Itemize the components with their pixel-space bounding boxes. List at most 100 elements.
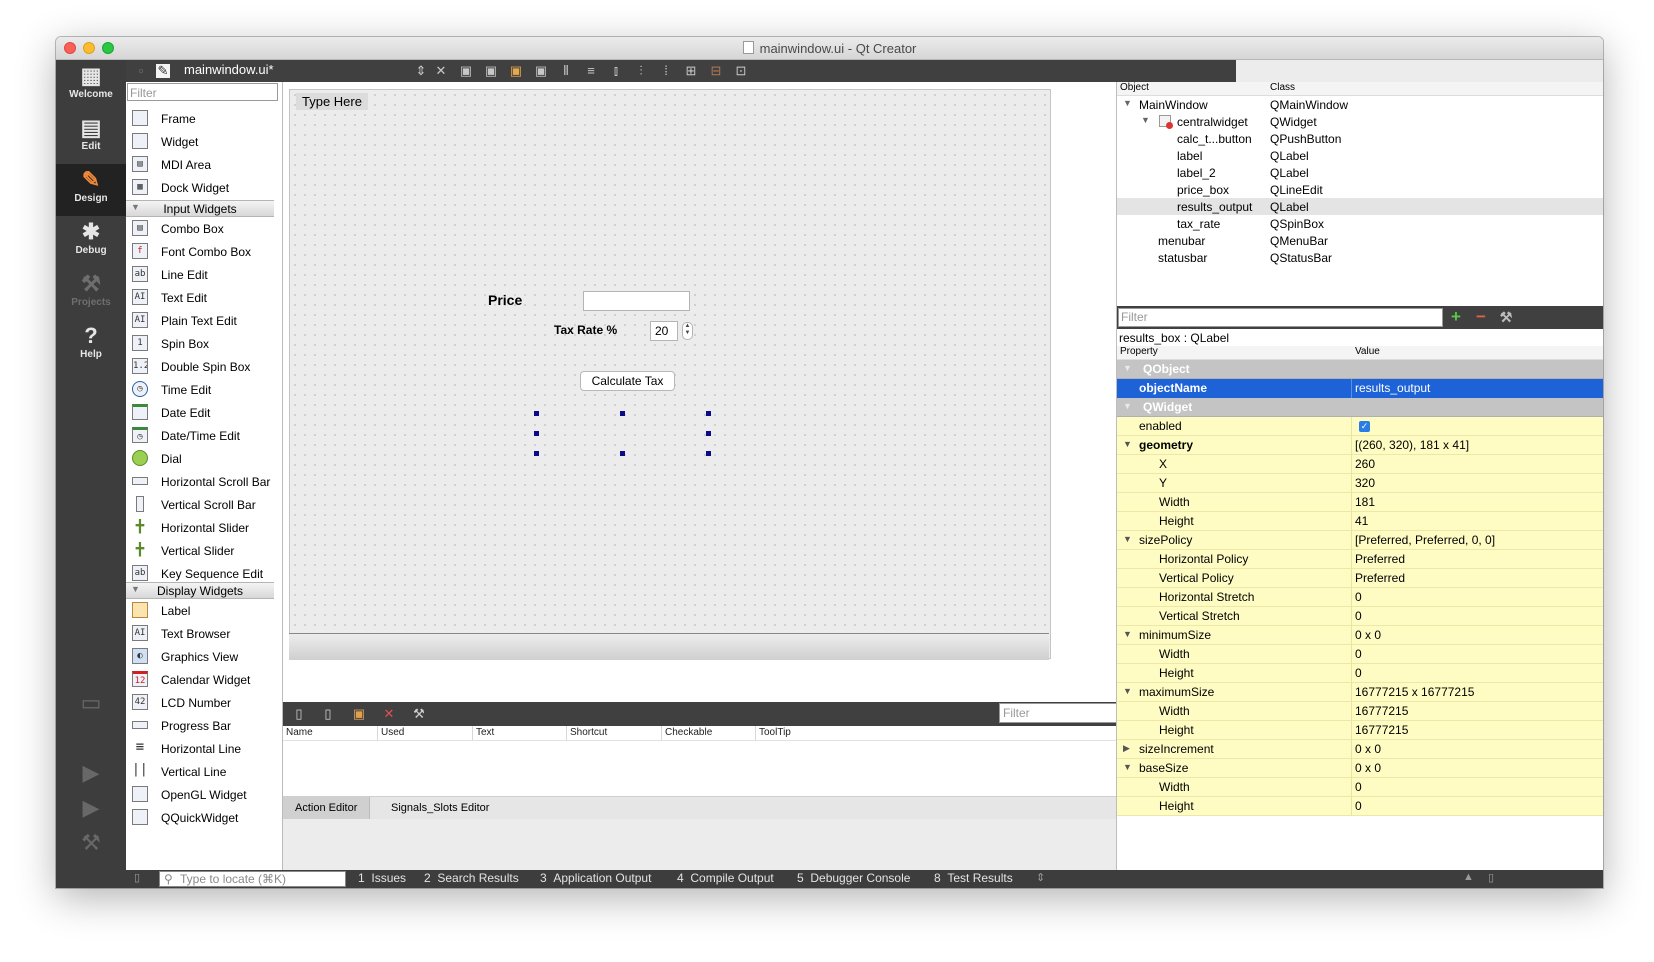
expand-triangle-icon[interactable]: ▼ [1123,534,1132,544]
expand-triangle-icon[interactable]: ▼ [1123,439,1132,449]
property-value[interactable]: 181 [1355,495,1375,509]
selection-handle[interactable] [706,431,711,436]
expand-triangle-icon[interactable]: ▼ [1123,762,1132,772]
object-row-price-box[interactable]: price_box QLineEdit [1117,181,1603,198]
property-row-base-width[interactable]: Width 0 [1117,778,1603,797]
property-row-sizeincrement[interactable]: ▶ sizeIncrement 0 x 0 [1117,740,1603,759]
property-section-qobject[interactable]: ▼ QObject [1117,360,1603,379]
widget-item-frame[interactable]: Frame [126,108,274,130]
file-switch-arrows-icon[interactable]: ⇕ [414,64,428,78]
property-row-minimumsize[interactable]: ▼ minimumSize 0 x 0 [1117,626,1603,645]
object-row-centralwidget[interactable]: ▼ centralwidget QWidget [1117,113,1603,130]
property-value[interactable]: 0 [1355,780,1362,794]
expand-triangle-icon[interactable]: ▼ [1123,686,1132,696]
widget-item-opengl-widget[interactable]: OpenGL Widget [126,784,274,806]
property-value[interactable]: 0 [1355,799,1362,813]
output-tab-issues[interactable]: 1 Issues [358,871,406,885]
remove-property-icon[interactable]: − [1472,308,1490,326]
object-row-label[interactable]: label QLabel [1117,147,1603,164]
category-display-widgets[interactable]: ▼ Display Widgets [126,582,274,599]
output-tab-debugger-console[interactable]: 5 Debugger Console [797,871,910,885]
widget-item-text-browser[interactable]: AI Text Browser [126,623,274,645]
widget-box-filter-input[interactable]: Filter [127,83,278,101]
run-icon[interactable]: ▶ [56,760,126,786]
property-row-base-height[interactable]: Height 0 [1117,797,1603,816]
paste-action-icon[interactable]: ▣ [351,706,367,722]
property-row-enabled[interactable]: enabled ✓ [1117,417,1603,436]
tab-action-editor[interactable]: Action Editor [283,797,371,819]
expand-triangle-icon[interactable]: ▼ [1141,115,1150,125]
property-row-maximumsize[interactable]: ▼ maximumSize 16777215 x 16777215 [1117,683,1603,702]
widget-item-vertical-slider[interactable]: ╋ Vertical Slider [126,540,274,562]
property-row-height[interactable]: Height 41 [1117,512,1603,531]
mode-design[interactable]: ✎ Design [56,164,126,216]
mode-edit[interactable]: ▤ Edit [56,112,126,164]
mode-debug[interactable]: ✱ Debug [56,216,126,268]
break-layout-icon[interactable]: ⊟ [709,64,723,78]
layout-horizontal-splitter-icon[interactable]: ⫾ [609,64,623,78]
close-file-icon[interactable]: ✕ [434,64,448,78]
property-value[interactable]: Preferred [1355,552,1405,566]
widget-item-font-combo-box[interactable]: f Font Combo Box [126,241,274,263]
widget-item-combo-box[interactable]: ▤ Combo Box [126,218,274,240]
output-tab-test-results[interactable]: 8 Test Results [934,871,1013,885]
property-value[interactable]: 16777215 x 16777215 [1355,685,1474,699]
property-row-min-width[interactable]: Width 0 [1117,645,1603,664]
property-row-objectname[interactable]: objectName results_output [1117,379,1603,398]
property-row-sizepolicy[interactable]: ▼ sizePolicy [Preferred, Preferred, 0, 0] [1117,531,1603,550]
column-header-checkable[interactable]: Checkable [661,726,712,740]
output-tab-compile-output[interactable]: 4 Compile Output [677,871,774,885]
selection-handle[interactable] [534,411,539,416]
property-value[interactable]: results_output [1355,381,1430,395]
mode-welcome[interactable]: ▦ Welcome [56,60,126,112]
output-tab-search-results[interactable]: 2 Search Results [424,871,519,885]
enabled-checkbox[interactable]: ✓ [1359,421,1370,432]
widget-item-plain-text-edit[interactable]: AI Plain Text Edit [126,310,274,332]
monitor-kit-icon[interactable]: ▭ [56,690,126,716]
layout-form-icon[interactable]: ⁞ [659,64,673,78]
column-header-object[interactable]: Object [1120,82,1149,93]
widget-item-time-edit[interactable]: ◷ Time Edit [126,379,274,401]
widget-item-date-time-edit[interactable]: ◷ Date/Time Edit [126,425,274,447]
column-header-value[interactable]: Value [1355,346,1380,357]
property-value[interactable]: 16777215 [1355,704,1408,718]
widget-item-date-edit[interactable]: Date Edit [126,402,274,424]
widget-item-calendar-widget[interactable]: 12 Calendar Widget [126,669,274,691]
tax-rate-spinbox[interactable]: 20 [650,321,678,341]
object-row-label-2[interactable]: label_2 QLabel [1117,164,1603,181]
adjust-size-icon[interactable]: ⊡ [734,64,748,78]
edit-tab-order-icon[interactable]: ▣ [534,64,548,78]
column-header-used[interactable]: Used [377,726,404,740]
locator-input[interactable]: ⚲ Type to locate (⌘K) [159,871,346,887]
property-value[interactable]: 320 [1355,476,1375,490]
widget-item-vertical-scroll-bar[interactable]: Vertical Scroll Bar [126,494,274,516]
collapse-triangle-icon[interactable]: ▼ [1123,363,1132,373]
selection-handle[interactable] [620,411,625,416]
selection-handle[interactable] [620,451,625,456]
edit-signals-slots-icon[interactable]: ▣ [484,64,498,78]
widget-item-progress-bar[interactable]: Progress Bar [126,715,274,737]
selection-handle[interactable] [706,411,711,416]
configure-property-icon[interactable]: ⚒ [1497,308,1515,326]
widget-item-double-spin-box[interactable]: 1.2 Double Spin Box [126,356,274,378]
layout-vertical-splitter-icon[interactable]: ⫶ [634,64,648,78]
object-row-calc-tax-button[interactable]: calc_t...button QPushButton [1117,130,1603,147]
toggle-sidebar-icon[interactable]: ▯ [134,871,140,884]
selection-handle[interactable] [534,451,539,456]
layout-grid-icon[interactable]: ⊞ [684,64,698,78]
column-header-shortcut[interactable]: Shortcut [566,726,607,740]
object-row-results-output[interactable]: results_output QLabel [1117,198,1603,215]
column-header-name[interactable]: Name [283,726,313,740]
property-row-max-height[interactable]: Height 16777215 [1117,721,1603,740]
edit-buddies-icon[interactable]: ▣ [509,64,523,78]
layout-vertical-icon[interactable]: ≡ [584,64,598,78]
selection-handle[interactable] [534,431,539,436]
more-tabs-arrows-icon[interactable]: ⇕ [1036,871,1045,884]
widget-item-widget[interactable]: Widget [126,131,274,153]
property-value[interactable]: [(260, 320), 181 x 41] [1355,438,1469,452]
configure-action-icon[interactable]: ⚒ [411,706,427,722]
category-input-widgets[interactable]: ▼ Input Widgets [126,200,274,217]
property-value[interactable]: 41 [1355,514,1368,528]
widget-item-text-edit[interactable]: AI Text Edit [126,287,274,309]
widget-item-horizontal-scroll-bar[interactable]: Horizontal Scroll Bar [126,471,274,493]
